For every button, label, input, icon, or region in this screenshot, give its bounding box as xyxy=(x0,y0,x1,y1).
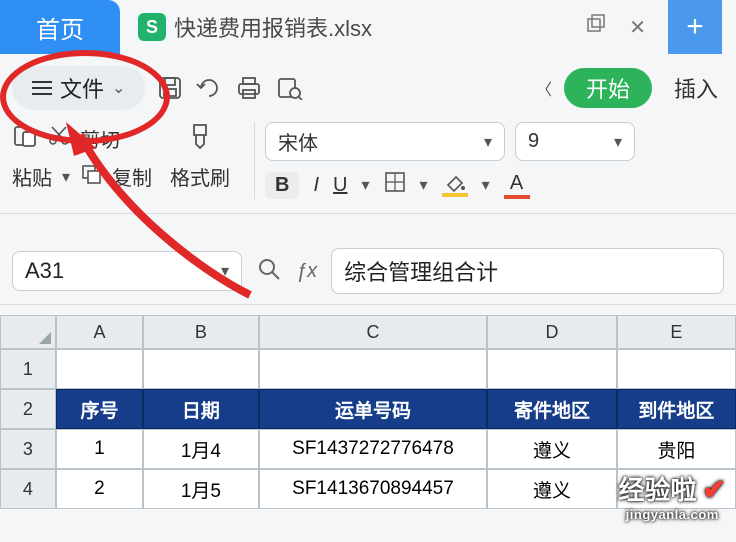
hamburger-icon xyxy=(32,80,52,96)
cell[interactable]: SF1413670894457 xyxy=(259,469,488,509)
formula-value: 综合管理组合计 xyxy=(344,260,498,285)
font-group: 宋体 ▾ 9 ▾ B I U ▾ ▾ ▾ A xyxy=(265,122,635,199)
checkmark-icon: ✔ xyxy=(703,474,726,505)
font-name-combo[interactable]: 宋体 ▾ xyxy=(265,122,505,161)
chevron-down-icon: ⌄ xyxy=(112,78,125,98)
format-painter-group[interactable]: 格式刷 xyxy=(170,122,230,191)
underline-button[interactable]: U xyxy=(333,174,347,197)
font-size-combo[interactable]: 9 ▾ xyxy=(515,122,635,161)
cell[interactable]: 遵义 xyxy=(487,469,616,509)
column-header[interactable]: D xyxy=(487,315,616,349)
sheet-row-header: 2 序号 日期 运单号码 寄件地区 到件地区 xyxy=(0,389,736,429)
chevron-down-icon[interactable]: ▾ xyxy=(362,175,370,195)
name-box[interactable]: A31 ▾ xyxy=(12,251,242,291)
font-name-value: 宋体 xyxy=(278,127,318,156)
chevron-down-icon: ▾ xyxy=(484,132,492,152)
file-menu-label: 文件 xyxy=(60,72,104,104)
formula-bar: A31 ▾ ƒx 综合管理组合计 xyxy=(0,238,736,305)
ribbon-home-group: 剪切 粘贴 ▾ 复制 格式刷 宋体 ▾ 9 ▾ B xyxy=(0,116,736,214)
bold-button[interactable]: B xyxy=(265,172,299,199)
cell[interactable]: 1月4 xyxy=(143,429,258,469)
borders-button[interactable] xyxy=(384,171,406,199)
cell[interactable]: 遵义 xyxy=(487,429,616,469)
chevron-down-icon: ▾ xyxy=(221,261,229,281)
cell[interactable] xyxy=(259,349,488,389)
cell[interactable] xyxy=(487,349,616,389)
table-header-cell[interactable]: 寄件地区 xyxy=(487,389,616,429)
cell-reference: A31 xyxy=(25,258,64,284)
select-all-corner[interactable] xyxy=(0,315,56,349)
cell[interactable] xyxy=(56,349,144,389)
tab-home[interactable]: 首页 xyxy=(0,0,120,54)
table-header-cell[interactable]: 日期 xyxy=(143,389,258,429)
search-icon[interactable] xyxy=(256,256,282,287)
cell[interactable] xyxy=(143,349,258,389)
chevron-down-icon[interactable]: ▾ xyxy=(420,175,428,195)
title-tab-bar: 首页 S 快递费用报销表.xlsx ✕ + xyxy=(0,0,736,54)
column-header[interactable]: B xyxy=(143,315,258,349)
watermark-sub: jingyanla.com xyxy=(619,507,726,522)
table-row: 3 1 1月4 SF1437272776478 遵义 贵阳 xyxy=(0,429,736,469)
cell[interactable]: 贵阳 xyxy=(617,429,736,469)
row-header[interactable]: 2 xyxy=(0,389,56,429)
cell[interactable] xyxy=(617,349,736,389)
table-header-cell[interactable]: 运单号码 xyxy=(259,389,488,429)
fx-icon[interactable]: ƒx xyxy=(296,260,317,283)
cell[interactable]: 1月5 xyxy=(143,469,258,509)
watermark: 经验啦✔ jingyanla.com xyxy=(619,470,726,522)
table-header-cell[interactable]: 到件地区 xyxy=(617,389,736,429)
italic-button[interactable]: I xyxy=(313,174,319,197)
formula-input[interactable]: 综合管理组合计 xyxy=(331,248,724,294)
copy-label[interactable]: 复制 xyxy=(112,162,152,191)
clipboard-group: 剪切 粘贴 ▾ 复制 xyxy=(12,122,152,191)
row-header[interactable]: 3 xyxy=(0,429,56,469)
cut-label[interactable]: 剪切 xyxy=(80,124,120,153)
save-icon[interactable] xyxy=(157,75,183,101)
undo-icon[interactable] xyxy=(195,77,223,99)
font-size-value: 9 xyxy=(528,130,539,153)
window-restore-icon[interactable] xyxy=(585,13,607,41)
tab-document[interactable]: S 快递费用报销表.xlsx xyxy=(120,0,390,54)
ribbon-tab-start[interactable]: 开始 xyxy=(564,68,652,108)
fill-color-button[interactable] xyxy=(442,173,468,197)
table-header-cell[interactable]: 序号 xyxy=(56,389,144,429)
new-tab-button[interactable]: + xyxy=(668,0,722,54)
column-header[interactable]: C xyxy=(259,315,488,349)
close-tab-icon[interactable]: ✕ xyxy=(629,15,646,40)
separator xyxy=(254,122,255,199)
cell[interactable]: 1 xyxy=(56,429,144,469)
column-header-row: A B C D E xyxy=(0,315,736,349)
row-header[interactable]: 4 xyxy=(0,469,56,509)
column-header[interactable]: A xyxy=(56,315,144,349)
print-icon[interactable] xyxy=(235,76,263,100)
paste-icon[interactable] xyxy=(12,122,38,154)
watermark-title: 经验啦 xyxy=(619,475,697,505)
quick-access-toolbar: 文件 ⌄ 〈 开始 插入 xyxy=(0,54,736,116)
wps-spreadsheet-icon: S xyxy=(138,13,166,41)
window-controls: ✕ + xyxy=(585,0,736,54)
font-color-button[interactable]: A xyxy=(504,172,530,199)
file-menu-button[interactable]: 文件 ⌄ xyxy=(12,66,145,110)
brush-icon xyxy=(186,122,214,156)
copy-icon xyxy=(80,163,102,191)
scissors-icon xyxy=(48,124,70,152)
paste-label[interactable]: 粘贴 xyxy=(12,162,52,191)
cell[interactable]: 2 xyxy=(56,469,144,509)
chevron-down-icon[interactable]: ▾ xyxy=(62,167,70,187)
chevron-down-icon[interactable]: ▾ xyxy=(482,175,490,195)
print-preview-icon[interactable] xyxy=(275,76,303,100)
cell[interactable]: SF1437272776478 xyxy=(259,429,488,469)
column-header[interactable]: E xyxy=(617,315,736,349)
row-header[interactable]: 1 xyxy=(0,349,56,389)
format-painter-label: 格式刷 xyxy=(170,162,230,191)
ribbon-tab-insert[interactable]: 插入 xyxy=(674,72,718,104)
sheet-row: 1 xyxy=(0,349,736,389)
chevron-left-icon[interactable]: 〈 xyxy=(536,76,552,100)
chevron-down-icon: ▾ xyxy=(614,132,622,152)
document-title: 快递费用报销表.xlsx xyxy=(174,11,372,43)
